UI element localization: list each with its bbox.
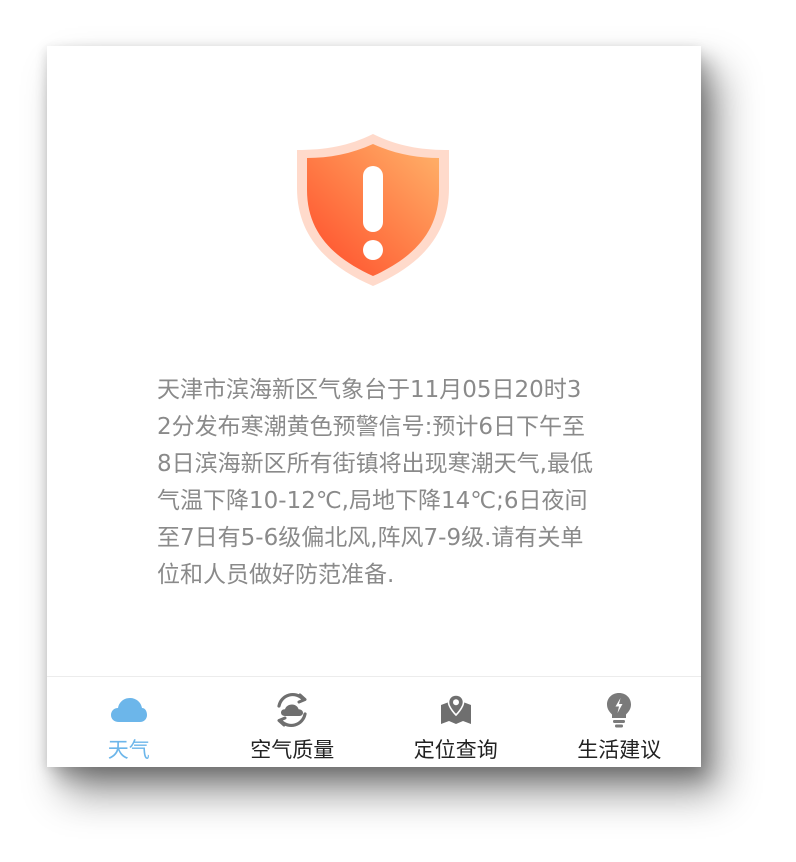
tab-location-search[interactable]: 定位查询 [374, 677, 538, 767]
tab-weather[interactable]: 天气 [47, 677, 211, 767]
tab-life-advice-label: 生活建议 [577, 738, 662, 762]
warning-shield-icon [297, 134, 449, 286]
cloud-icon [110, 691, 148, 729]
air-quality-icon [273, 691, 311, 729]
tab-air-quality[interactable]: 空气质量 [211, 677, 375, 767]
location-map-icon [437, 691, 475, 729]
tab-air-quality-label: 空气质量 [250, 738, 335, 762]
app-window: 天津市滨海新区气象台于11月05日20时32分发布寒潮黄色预警信号:预计6日下午… [47, 46, 701, 767]
warning-message: 天津市滨海新区气象台于11月05日20时32分发布寒潮黄色预警信号:预计6日下午… [157, 377, 593, 588]
warning-content: 天津市滨海新区气象台于11月05日20时32分发布寒潮黄色预警信号:预计6日下午… [47, 46, 701, 676]
tab-location-search-label: 定位查询 [413, 738, 498, 762]
screenshot-stage: 天津市滨海新区气象台于11月05日20时32分发布寒潮黄色预警信号:预计6日下午… [0, 0, 796, 862]
tab-weather-label: 天气 [107, 738, 150, 762]
bottom-tab-bar: 天气 空气质量 定位查询 生活建议 [47, 676, 701, 767]
tab-life-advice[interactable]: 生活建议 [538, 677, 702, 767]
lightbulb-icon [600, 691, 638, 729]
